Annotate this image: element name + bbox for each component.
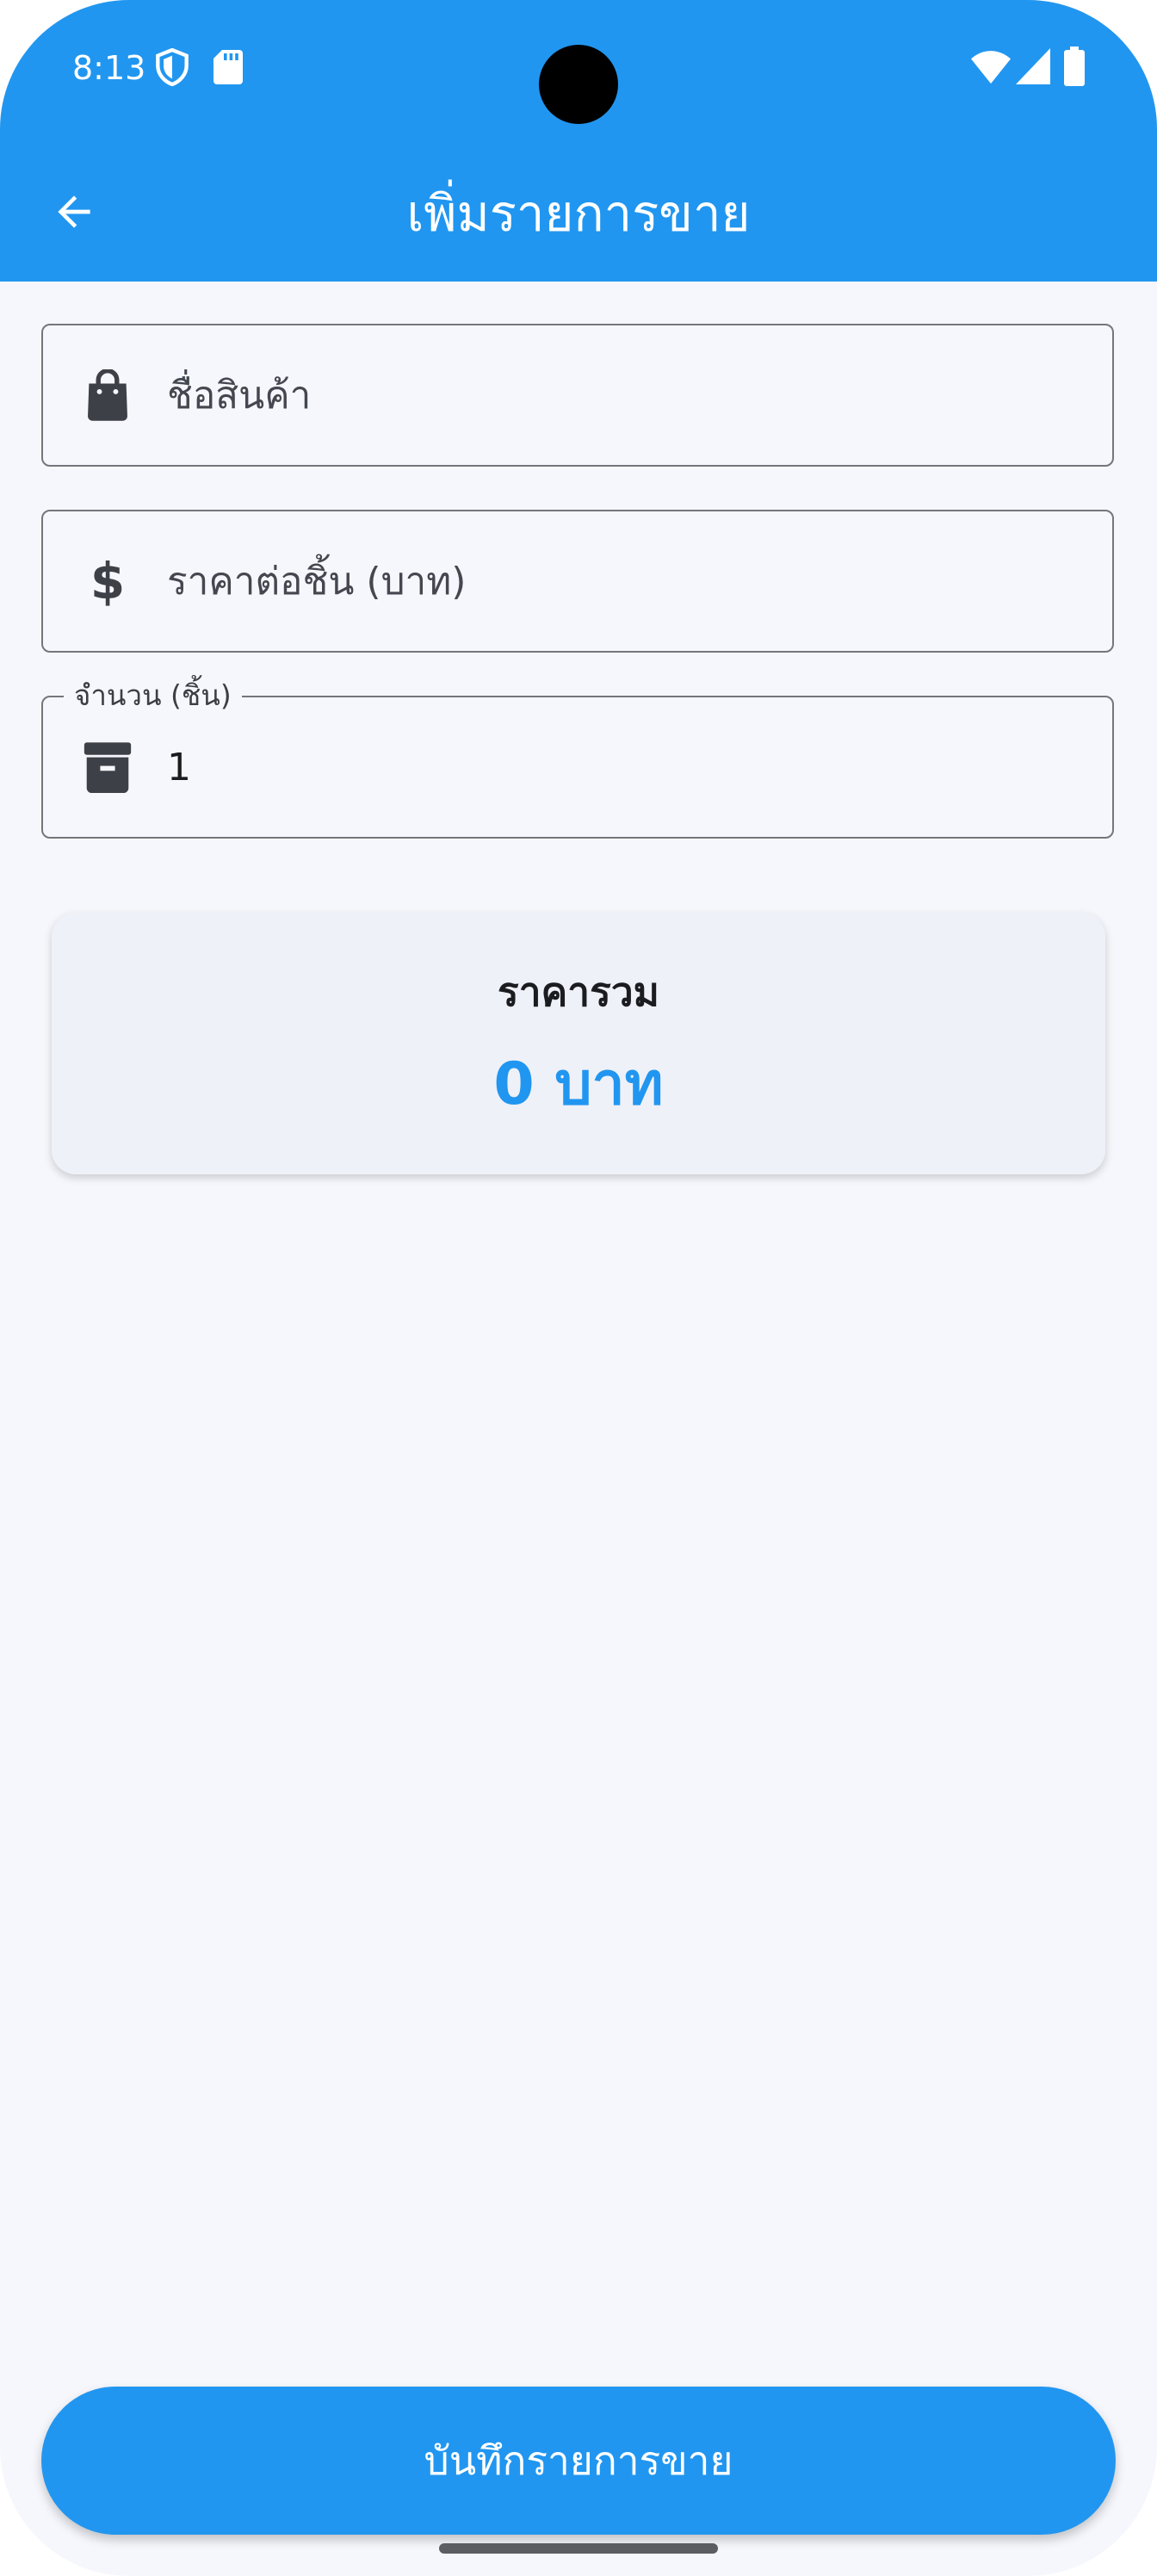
camera-cutout	[539, 45, 618, 124]
wifi-icon	[971, 51, 1011, 84]
shield-icon	[156, 48, 189, 86]
app-bar: 8:13 เพิ่มรายการขาย	[0, 0, 1157, 282]
save-sale-button[interactable]: บันทึกรายการขาย	[41, 2387, 1116, 2535]
total-value: 0 บาท	[493, 1050, 664, 1118]
battery-icon	[1064, 46, 1085, 86]
home-indicator[interactable]	[439, 2543, 718, 2554]
unit-price-placeholder: ราคาต่อชิ้น (บาท)	[167, 560, 467, 604]
product-name-field[interactable]: ชื่อสินค้า	[41, 324, 1114, 467]
total-label: ราคารวม	[498, 969, 659, 1015]
page-title: เพิ่มรายการขาย	[406, 184, 751, 243]
quantity-label: จำนวน (ชิ้น)	[64, 678, 242, 713]
total-price-card: ราคารวม 0 บาท	[52, 913, 1105, 1174]
signal-icon	[1016, 48, 1050, 84]
archive-box-icon	[79, 739, 136, 796]
quantity-field[interactable]: จำนวน (ชิ้น) 1	[41, 678, 1114, 839]
product-name-placeholder: ชื่อสินค้า	[167, 374, 312, 418]
quantity-input[interactable]: 1	[167, 744, 191, 792]
phone-screen: 8:13 เพิ่มรายการขาย ชื่อสินค้า $ ราคาต่อ…	[0, 0, 1157, 2576]
status-time: 8:13	[72, 49, 146, 87]
dollar-icon: $	[90, 552, 126, 610]
shopping-bag-icon	[79, 367, 136, 424]
unit-price-field[interactable]: $ ราคาต่อชิ้น (บาท)	[41, 510, 1114, 653]
sd-card-icon	[213, 50, 243, 84]
